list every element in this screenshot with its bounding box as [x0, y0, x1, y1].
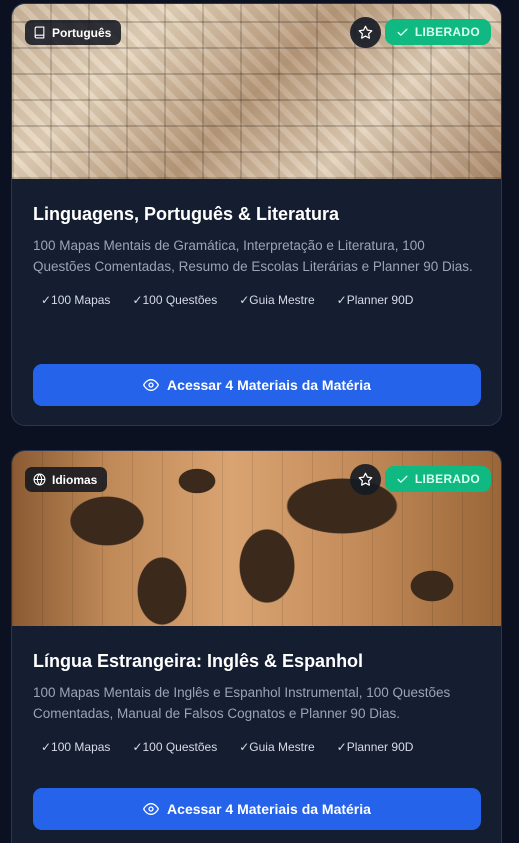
category-tag-label: Português [52, 25, 112, 40]
card-description: 100 Mapas Mentais de Gramática, Interpre… [33, 238, 473, 274]
feature-list: ✓100 Mapas ✓100 Questões ✓Guia Mestre ✓P… [33, 740, 480, 754]
check-icon [397, 28, 408, 36]
card-body: Linguagens, Português & Literatura 100 M… [12, 203, 501, 307]
category-tag: Português [25, 20, 122, 45]
book-icon [34, 26, 45, 39]
feature-item: ✓Guia Mestre [239, 293, 315, 307]
feature-item: ✓100 Mapas [41, 740, 111, 754]
card-description: 100 Mapas Mentais de Inglês e Espanhol I… [33, 685, 451, 721]
category-tag-label: Idiomas [52, 472, 98, 487]
favorite-button[interactable] [350, 464, 381, 495]
status-badge: LIBERADO [384, 19, 491, 45]
status-badge-label: LIBERADO [414, 25, 480, 39]
access-materials-label: Acessar 4 Materiais da Matéria [167, 377, 371, 393]
feature-item: ✓100 Questões [132, 740, 218, 754]
category-tag: Idiomas [25, 467, 108, 492]
feature-item: ✓Planner 90D [336, 740, 414, 754]
status-badge-label: LIBERADO [414, 472, 480, 486]
card-title: Língua Estrangeira: Inglês & Espanhol [33, 651, 364, 671]
favorite-button[interactable] [350, 17, 381, 48]
eye-icon [143, 379, 160, 391]
eye-icon [143, 803, 160, 815]
page: Português LIBERADO Linguagens, Português… [0, 0, 519, 843]
status-badge: LIBERADO [384, 466, 491, 492]
star-icon [358, 25, 373, 39]
card-cover-image: Português LIBERADO [12, 4, 501, 179]
feature-item: ✓100 Mapas [41, 293, 111, 307]
feature-item: ✓100 Questões [132, 293, 218, 307]
feature-list: ✓100 Mapas ✓100 Questões ✓Guia Mestre ✓P… [33, 293, 480, 307]
subject-card-idiomas: Idiomas LIBERADO Língua Estrangeira: Ing… [11, 450, 502, 843]
star-icon [358, 472, 373, 486]
access-materials-button[interactable]: Acessar 4 Materiais da Matéria [33, 788, 481, 830]
feature-item: ✓Guia Mestre [239, 740, 315, 754]
card-title: Linguagens, Português & Literatura [33, 204, 340, 224]
feature-item: ✓Planner 90D [336, 293, 414, 307]
check-icon [397, 475, 408, 483]
card-cover-image: Idiomas LIBERADO [12, 451, 501, 626]
access-materials-button[interactable]: Acessar 4 Materiais da Matéria [33, 364, 481, 406]
subject-card-portugues: Português LIBERADO Linguagens, Português… [11, 3, 502, 426]
card-body: Língua Estrangeira: Inglês & Espanhol 10… [12, 650, 501, 754]
globe-icon [33, 473, 46, 486]
access-materials-label: Acessar 4 Materiais da Matéria [167, 801, 371, 817]
